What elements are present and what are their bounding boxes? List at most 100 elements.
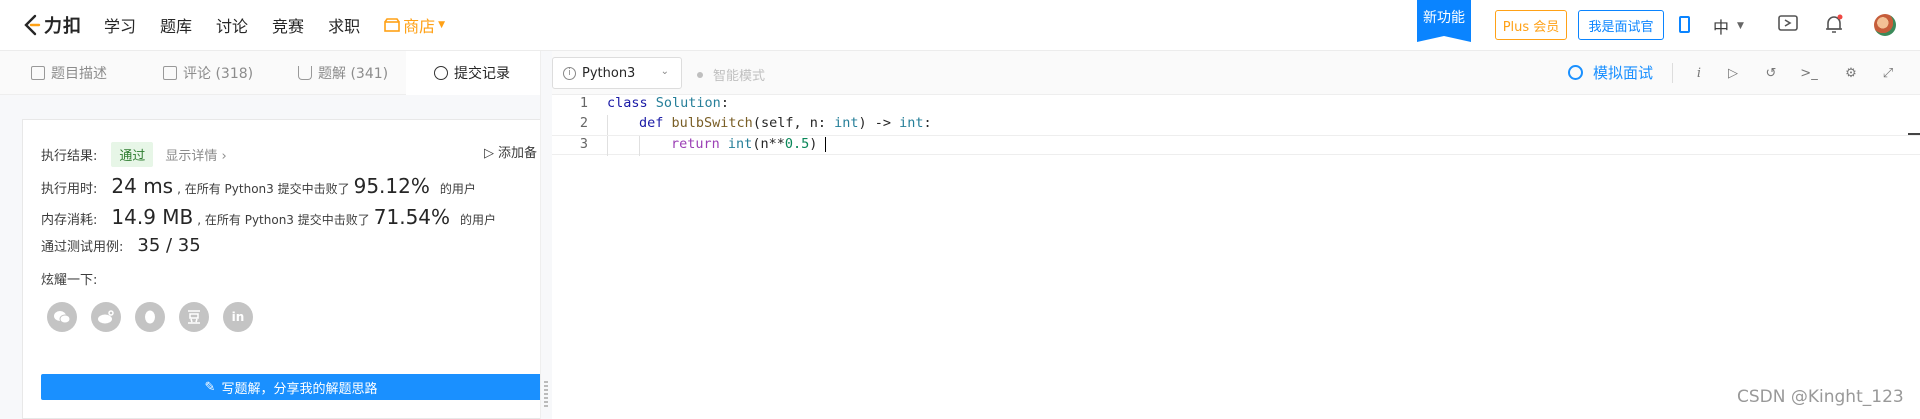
top-navbar: 力扣 学习 题库 讨论 竞赛 求职 商店 ▼ 新功能 Plus 会员 我是面试官… — [0, 0, 1920, 51]
playground-icon[interactable] — [1778, 15, 1798, 33]
panel-resizer[interactable] — [540, 51, 552, 419]
indent-guide — [607, 115, 608, 135]
status-badge: 通过 — [111, 142, 154, 167]
smart-mode-label: 智能模式 — [713, 69, 766, 84]
code-editor[interactable]: 1 class Solution: 2 def bulbSwitch(self,… — [552, 95, 1920, 419]
wechat-icon[interactable] — [47, 302, 77, 332]
smart-mode-dot-icon — [697, 71, 703, 78]
memory-label: 内存消耗: — [41, 213, 98, 228]
chevron-down-icon: ▼ — [438, 20, 446, 30]
write-solution-button[interactable]: ✎ 写题解，分享我的解题思路 — [41, 374, 541, 400]
share-icons: in — [47, 302, 267, 332]
code-line[interactable]: 2 def bulbSwitch(self, n: int) -> int: — [552, 115, 1920, 135]
chevron-down-icon: ▼ — [1737, 21, 1744, 31]
scrollbar-marker[interactable] — [1908, 133, 1920, 135]
fullscreen-icon[interactable]: ⤢ — [1879, 64, 1897, 82]
code-text: return int(n**0.5) — [671, 136, 827, 152]
language-select[interactable]: i Python3 ⌄ — [552, 57, 682, 89]
weibo-icon[interactable] — [91, 302, 121, 332]
new-feature-badge[interactable]: 新功能 — [1417, 0, 1471, 42]
nav-item-jobs[interactable]: 求职 — [328, 13, 360, 37]
store-icon — [384, 18, 400, 32]
tests-row: 通过测试用例: 35 / 35 — [41, 235, 201, 256]
code-text: def bulbSwitch(self, n: int) -> int: — [639, 115, 932, 131]
submission-result-card: 执行结果: 通过 显示详情 › ▷ 添加备 执行用时: 24 ms , 在所有 P… — [22, 119, 541, 419]
comment-icon — [163, 66, 177, 80]
reset-icon[interactable]: ↺ — [1762, 64, 1780, 82]
add-note-button[interactable]: ▷ 添加备 — [484, 142, 537, 161]
text-cursor — [825, 136, 827, 152]
smart-mode-toggle[interactable]: 智能模式 — [697, 65, 765, 84]
runtime-value: 24 ms — [111, 174, 174, 198]
runtime-row: 执行用时: 24 ms , 在所有 Python3 提交中击败了 95.12% … — [41, 174, 476, 198]
language-switch[interactable]: 中 ▼ — [1713, 14, 1744, 38]
memory-value: 14.9 MB — [111, 205, 194, 229]
nav-item-problemset[interactable]: 题库 — [160, 13, 192, 37]
logo-text: 力扣 — [44, 16, 82, 37]
tab-label: 提交记录 — [454, 66, 510, 82]
nav-item-store[interactable]: 商店 ▼ — [384, 13, 445, 37]
memory-row: 内存消耗: 14.9 MB , 在所有 Python3 提交中击败了 71.54… — [41, 205, 496, 229]
douban-icon[interactable] — [179, 302, 209, 332]
show-details-link[interactable]: 显示详情 › — [165, 145, 226, 164]
tab-label: 评论 (318) — [183, 66, 254, 82]
interviewer-button[interactable]: 我是面试官 — [1578, 10, 1664, 40]
share-row: 炫耀一下: — [41, 269, 97, 288]
description-icon — [31, 66, 45, 80]
line-number: 2 — [579, 115, 588, 131]
runtime-percent: 95.12% — [353, 174, 430, 198]
pencil-icon: ✎ — [204, 379, 216, 395]
runtime-text: , 在所有 Python3 提交中击败了 — [177, 182, 350, 196]
flag-icon[interactable]: ▷ — [1724, 64, 1742, 82]
chevron-down-icon: ⌄ — [660, 66, 669, 77]
settings-icon[interactable]: ⚙ — [1842, 64, 1860, 82]
user-avatar[interactable] — [1874, 14, 1896, 36]
alarm-clock-icon — [1568, 65, 1583, 80]
language-select-value: Python3 — [582, 65, 636, 81]
plus-member-button[interactable]: Plus 会员 — [1495, 10, 1567, 40]
code-line[interactable]: 1 class Solution: — [552, 95, 1920, 115]
linkedin-icon[interactable]: in — [223, 302, 253, 332]
store-label: 商店 — [403, 17, 436, 36]
leetcode-logo-icon — [24, 14, 41, 36]
code-line-active[interactable]: 3 return int(n**0.5) — [552, 135, 1920, 156]
runtime-users-text: 的用户 — [439, 182, 476, 196]
clock-icon — [434, 66, 448, 80]
memory-text: , 在所有 Python3 提交中击败了 — [197, 213, 370, 227]
notification-bell-icon[interactable] — [1825, 14, 1843, 34]
left-panel: 题目描述 评论 (318) 题解 (341) 提交记录 执行结果: 通过 显示详… — [0, 51, 541, 419]
memory-percent: 71.54% — [373, 205, 451, 229]
status-row: 执行结果: 通过 显示详情 › — [41, 142, 227, 167]
mock-interview-button[interactable]: 模拟面试 — [1568, 62, 1653, 83]
leetcode-logo[interactable]: 力扣 — [22, 12, 82, 38]
language-label: 中 — [1713, 18, 1730, 37]
tab-label: 题目描述 — [51, 66, 107, 82]
nav-item-learn[interactable]: 学习 — [104, 13, 136, 37]
mock-interview-label: 模拟面试 — [1593, 64, 1654, 82]
nav-item-contest[interactable]: 竞赛 — [272, 13, 304, 37]
editor-toolbar: i Python3 ⌄ 智能模式 模拟面试 i ▷ ↺ >_ ⚙ ⤢ — [552, 51, 1920, 95]
tab-submissions[interactable]: 提交记录 — [406, 51, 540, 95]
console-icon[interactable]: >_ — [1800, 64, 1818, 82]
toolbar-divider — [1672, 63, 1673, 83]
nav-item-discuss[interactable]: 讨论 — [216, 13, 248, 37]
tab-solutions[interactable]: 题解 (341) — [280, 51, 406, 95]
tab-comments[interactable]: 评论 (318) — [145, 51, 280, 95]
tab-description[interactable]: 题目描述 — [0, 51, 145, 95]
mobile-app-icon[interactable] — [1679, 16, 1690, 33]
status-label: 执行结果: — [41, 149, 98, 164]
tests-label: 通过测试用例: — [41, 240, 124, 255]
tests-value: 35 / 35 — [137, 235, 201, 256]
indent-guide — [639, 136, 640, 156]
qq-icon[interactable] — [135, 302, 165, 332]
code-text: class Solution: — [607, 95, 729, 111]
info-icon: i — [563, 66, 576, 80]
flag-icon: ▷ — [484, 146, 494, 161]
memory-users-text: 的用户 — [460, 213, 497, 227]
share-label: 炫耀一下: — [41, 273, 98, 288]
line-number: 3 — [579, 136, 588, 152]
info-italic-icon[interactable]: i — [1690, 64, 1708, 82]
flask-icon — [298, 66, 312, 80]
problem-tabs: 题目描述 评论 (318) 题解 (341) 提交记录 — [0, 51, 540, 95]
drag-handle-icon[interactable] — [544, 381, 548, 407]
